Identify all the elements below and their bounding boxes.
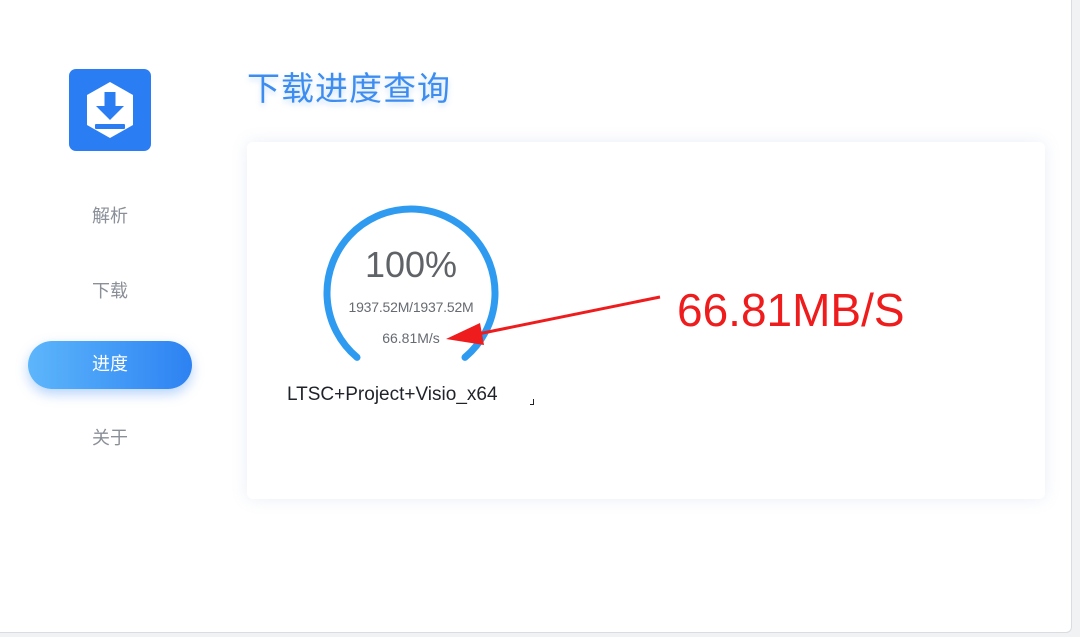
download-icon <box>87 82 133 138</box>
sidebar-item-progress[interactable]: 进度 <box>28 341 192 389</box>
sidebar-item-about[interactable]: 关于 <box>28 415 192 463</box>
annotation-speed-label: 66.81MB/S <box>677 284 905 336</box>
download-speed: 66.81M/s <box>382 330 440 346</box>
progress-percent: 100% <box>364 244 458 285</box>
page-title: 下载进度查询 <box>247 69 451 108</box>
sidebar-item-download[interactable]: 下载 <box>28 268 192 316</box>
app-window: 解析 下载 进度 关于 下载进度查询 100% 1937.52M/1937.52… <box>0 0 1072 633</box>
progress-size: 1937.52M/1937.52M <box>348 299 474 315</box>
sidebar-item-parse[interactable]: 解析 <box>28 193 192 241</box>
app-logo <box>69 69 151 151</box>
file-name: LTSC+Project+Visio_x64 <box>287 384 498 405</box>
file-name-cursor <box>530 399 534 405</box>
